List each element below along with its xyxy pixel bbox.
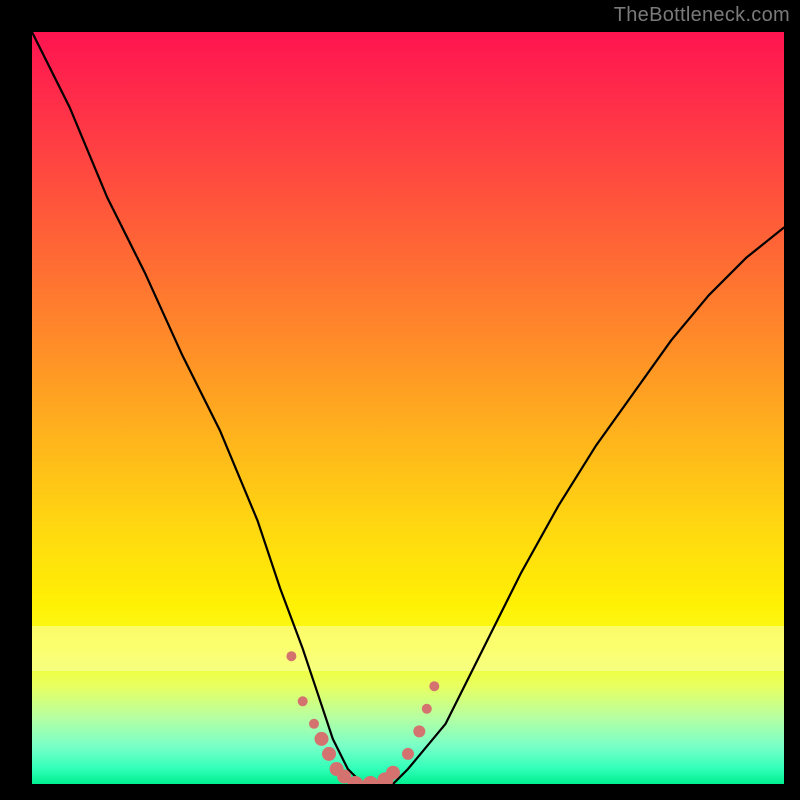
watermark-text: TheBottleneck.com [614,4,790,27]
highlight-dot [422,704,432,714]
highlight-dot [386,766,400,780]
highlight-dot [298,696,308,706]
highlight-dot [315,732,329,746]
highlight-dot [286,651,296,661]
chart-frame: TheBottleneck.com [0,0,800,800]
highlight-dot [429,681,439,691]
chart-svg [32,32,784,784]
plot-area [32,32,784,784]
bottleneck-curve [32,32,784,784]
highlight-dot [322,747,336,761]
highlight-dot [362,776,378,784]
highlight-dot [402,748,414,760]
highlight-dot [413,725,425,737]
highlight-dot [309,719,319,729]
